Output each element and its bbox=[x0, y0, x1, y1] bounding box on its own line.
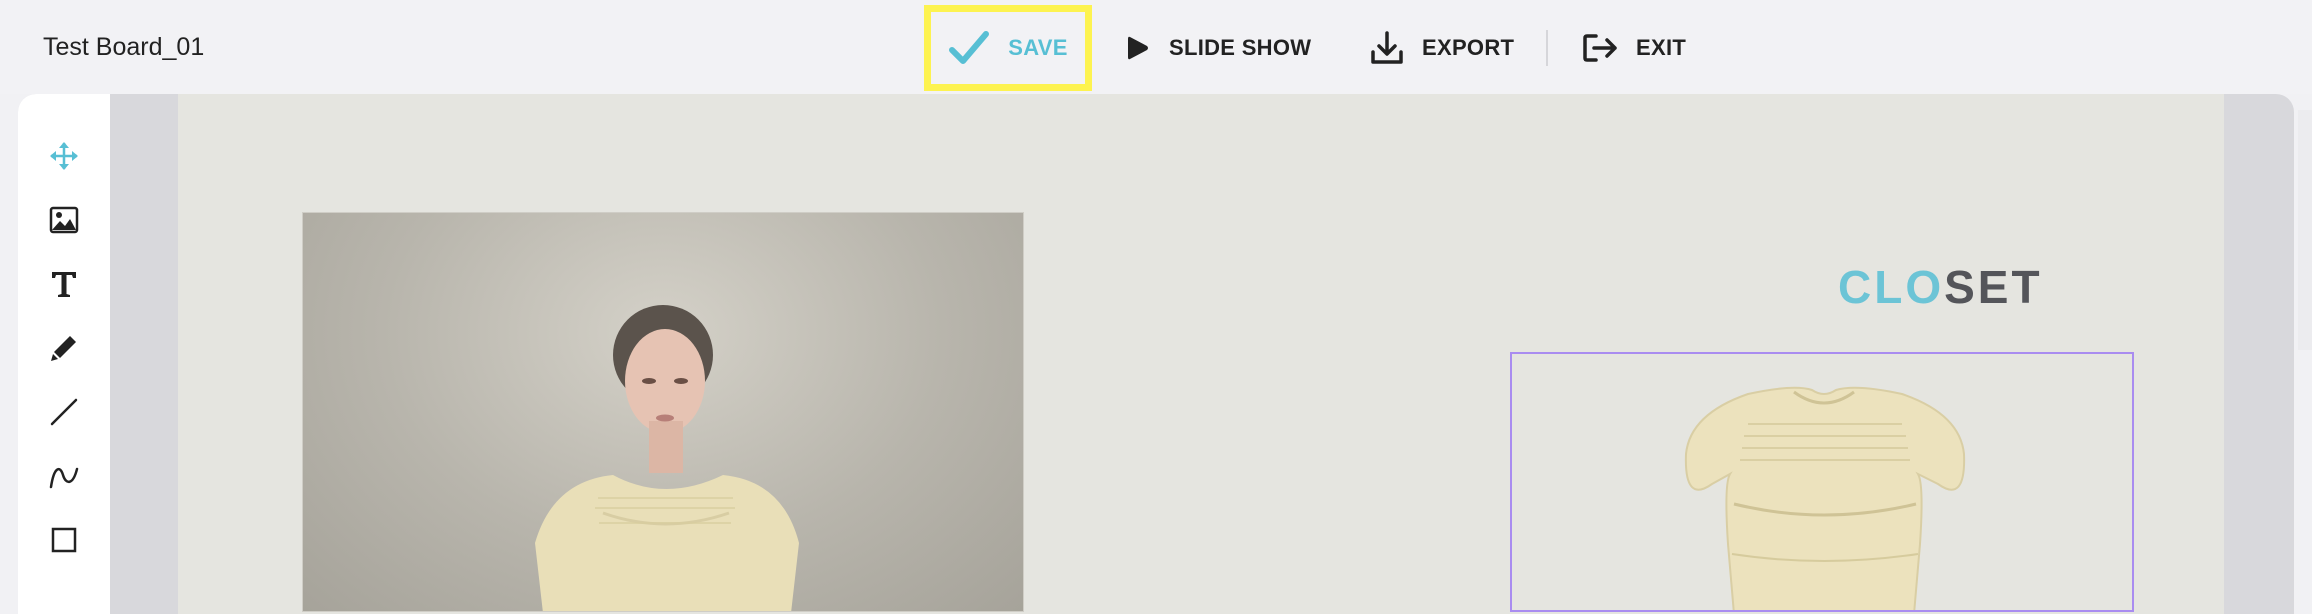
save-label: SAVE bbox=[1008, 35, 1068, 60]
top-bar: Test Board_01 SAVE SLIDE SHOW EXPORT EXI… bbox=[0, 0, 2312, 94]
closet-logo: CLOSET bbox=[1838, 262, 2043, 312]
line-tool[interactable] bbox=[46, 394, 82, 430]
download-icon bbox=[1370, 30, 1404, 66]
save-button[interactable]: SAVE bbox=[924, 5, 1092, 91]
export-button[interactable]: EXPORT bbox=[1370, 22, 1514, 74]
pen-icon bbox=[51, 336, 76, 361]
scrollbar[interactable] bbox=[2298, 110, 2312, 350]
image-icon bbox=[49, 206, 79, 234]
toolbar-divider bbox=[1546, 30, 1548, 66]
curve-icon bbox=[49, 467, 79, 489]
line-icon bbox=[50, 398, 78, 426]
board-title: Test Board_01 bbox=[43, 33, 205, 61]
curve-tool[interactable] bbox=[46, 458, 82, 494]
garment-photo-selected[interactable] bbox=[1510, 352, 2134, 612]
exit-icon bbox=[1582, 32, 1618, 64]
rectangle-tool[interactable] bbox=[46, 522, 82, 558]
exit-label: EXIT bbox=[1636, 35, 1687, 60]
play-icon bbox=[1125, 34, 1151, 62]
exit-button[interactable]: EXIT bbox=[1582, 22, 1686, 74]
image-tool[interactable] bbox=[46, 202, 82, 238]
move-arrows-icon bbox=[50, 142, 78, 170]
text-tool[interactable] bbox=[46, 266, 82, 302]
logo-clo-text: CLO bbox=[1838, 261, 1945, 313]
checkmark-icon bbox=[948, 30, 990, 66]
text-icon bbox=[52, 272, 76, 297]
model-photo[interactable] bbox=[302, 212, 1024, 612]
tool-panel bbox=[18, 94, 110, 614]
slideshow-label: SLIDE SHOW bbox=[1169, 35, 1312, 60]
rectangle-icon bbox=[51, 527, 77, 553]
logo-set-text: SET bbox=[1944, 261, 2043, 313]
move-tool[interactable] bbox=[46, 138, 82, 174]
export-label: EXPORT bbox=[1422, 35, 1515, 60]
slideshow-button[interactable]: SLIDE SHOW bbox=[1125, 22, 1311, 74]
pen-tool[interactable] bbox=[46, 330, 82, 366]
